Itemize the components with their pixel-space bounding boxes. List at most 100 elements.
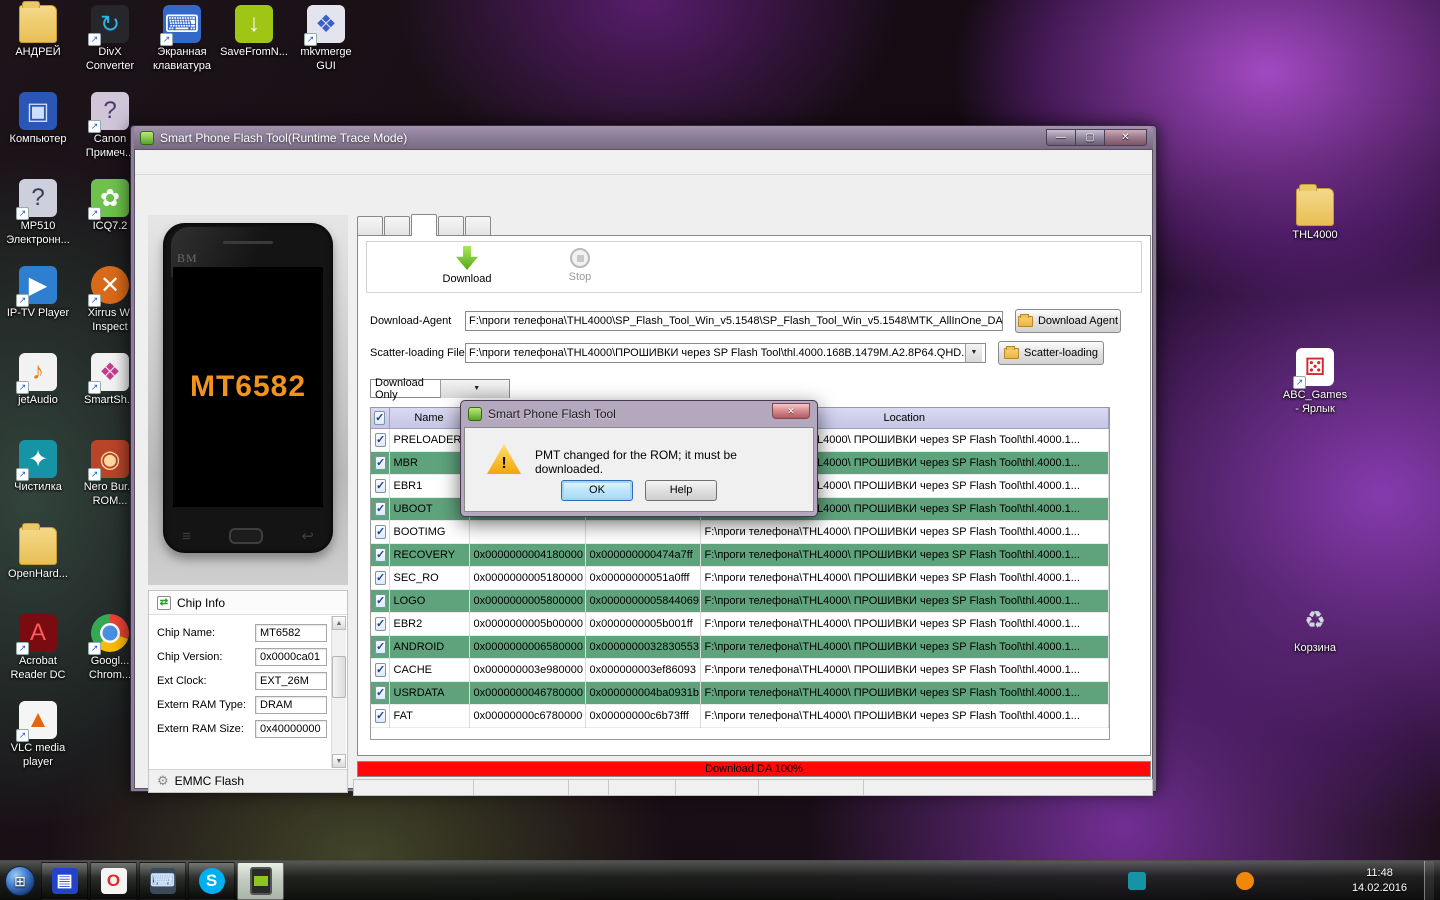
maximize-button[interactable]: ▢ [1075, 129, 1104, 146]
avira-launcher[interactable] [1236, 872, 1254, 890]
desktop-icon[interactable]: ▣ ↗ Компьютер [2, 89, 74, 176]
dialog-titlebar[interactable]: Smart Phone Flash Tool ✕ [464, 401, 814, 427]
chip-info-scrollbar[interactable]: ▲ ▼ [331, 616, 346, 768]
desktop-icon[interactable]: ▶ ↗ IP-TV Player [2, 263, 74, 350]
desktop-icon[interactable]: ↗ OpenHard... [2, 524, 74, 611]
download-button[interactable]: Download [422, 246, 512, 285]
audio-device[interactable] [1263, 872, 1281, 890]
row-checkbox-cell[interactable]: ✓ [371, 589, 389, 612]
menu-item[interactable] [145, 159, 165, 165]
desktop-icon[interactable]: ❖ ↗ mkvmerge GUI [290, 2, 362, 89]
tab[interactable] [411, 214, 437, 236]
close-button[interactable]: ✕ [1104, 129, 1147, 146]
scatter-file-row: Scatter-loading File F:\проги телефона\T… [370, 341, 1104, 365]
checkbox-checked-icon: ✓ [375, 571, 386, 585]
row-checkbox-cell[interactable]: ✓ [371, 704, 389, 727]
desktop-icon[interactable]: ↓ ↗ SaveFromN... [218, 2, 290, 89]
menu-item[interactable] [189, 159, 209, 165]
row-checkbox-cell[interactable]: ✓ [371, 635, 389, 658]
floppy-disk[interactable]: ▤ [41, 862, 88, 900]
table-row[interactable]: ✓ FAT 0x00000000c6780000 0x00000000c6b73… [371, 704, 1109, 727]
desktop-icon[interactable]: ? ↗ MP510 Электронн... [2, 176, 74, 263]
network-plug[interactable] [1182, 872, 1200, 890]
row-checkbox-cell[interactable]: ✓ [371, 520, 389, 543]
shortcut-arrow-icon: ↗ [16, 642, 29, 655]
desktop-icon[interactable]: ↗ АНДРЕЙ [2, 2, 74, 89]
download-mode-select[interactable]: Download Only ▼ [370, 379, 510, 398]
tab[interactable] [357, 216, 383, 236]
chevron-down-icon[interactable]: ▼ [965, 344, 982, 362]
row-checkbox-cell[interactable]: ✓ [371, 543, 389, 566]
begin-address: 0x00000000c6780000 [469, 704, 585, 727]
scroll-up-icon[interactable]: ▲ [332, 616, 346, 630]
table-row[interactable]: ✓ USRDATA 0x0000000046780000 0x000000004… [371, 681, 1109, 704]
ok-button[interactable]: OK [561, 480, 633, 501]
row-checkbox-cell[interactable]: ✓ [371, 428, 389, 451]
row-checkbox-cell[interactable]: ✓ [371, 474, 389, 497]
on-screen-keyboard[interactable]: ⌨ [139, 862, 186, 900]
row-checkbox-cell[interactable]: ✓ [371, 451, 389, 474]
table-row[interactable]: ✓ RECOVERY 0x0000000004180000 0x00000000… [371, 543, 1109, 566]
device-disconnected[interactable] [1290, 872, 1308, 890]
checkbox-checked-icon: ✓ [375, 502, 386, 516]
minimize-button[interactable]: — [1046, 129, 1075, 146]
table-row[interactable]: ✓ LOGO 0x0000000005800000 0x000000000584… [371, 589, 1109, 612]
phone-back-key-icon: ↩ [301, 527, 314, 545]
emmc-flash-bar[interactable]: ⚙ EMMC Flash [149, 769, 347, 792]
row-checkbox-cell[interactable]: ✓ [371, 681, 389, 704]
globe-update[interactable] [1155, 872, 1173, 890]
scatter-file-combobox[interactable]: F:\проги телефона\THL4000\ПРОШИВКИ через… [465, 343, 986, 363]
taskbar-clock[interactable]: 11:48 14.02.2016 [1344, 866, 1415, 896]
table-row[interactable]: ✓ ANDROID 0x0000000006580000 0x000000003… [371, 635, 1109, 658]
dialog-close-button[interactable]: ✕ [772, 403, 810, 419]
chevron-down-icon[interactable]: ▼ [440, 380, 510, 398]
scatter-loading-button[interactable]: Scatter-loading [998, 341, 1104, 365]
desktop-icon-label: Xirrus Wi Inspect [88, 307, 133, 335]
menu-item[interactable] [211, 159, 231, 165]
opera-browser[interactable]: O [90, 862, 137, 900]
partition-location: F:\проги телефона\THL4000\ ПРОШИВКИ чере… [700, 612, 1109, 635]
skype[interactable]: S [188, 862, 235, 900]
column-header-name[interactable]: Name [389, 408, 469, 428]
row-checkbox-cell[interactable]: ✓ [371, 612, 389, 635]
chip-info-field: Extern RAM Type: DRAM [157, 696, 331, 714]
desktop-icon[interactable]: ♪ ↗ jetAudio [2, 350, 74, 437]
window-titlebar[interactable]: Smart Phone Flash Tool(Runtime Trace Mod… [134, 126, 1153, 149]
row-checkbox-cell[interactable]: ✓ [371, 658, 389, 681]
partition-name: FAT [389, 704, 469, 727]
menu-item[interactable] [167, 159, 187, 165]
desktop-icon[interactable]: A ↗ Acrobat Reader DC [2, 611, 74, 698]
row-checkbox-cell[interactable]: ✓ [371, 497, 389, 520]
desktop-icon[interactable]: ⚄ ↗ ABC_Games - Ярлык [1280, 345, 1350, 417]
show-desktop-button[interactable] [1424, 861, 1434, 900]
desktop-icon[interactable]: ✦ ↗ Чистилка [2, 437, 74, 524]
desktop-icon[interactable]: ⌨ ↗ Экранная клавиатура [146, 2, 218, 89]
sp-flash-tool[interactable] [237, 862, 284, 900]
desktop-icon[interactable]: ↗ THL4000 [1280, 185, 1350, 243]
tab[interactable] [438, 216, 464, 236]
select-all-header[interactable]: ✓ [371, 408, 389, 428]
green-check[interactable] [1209, 872, 1227, 890]
download-agent-button[interactable]: Download Agent [1015, 309, 1121, 333]
desktop-icon[interactable]: ↻ ↗ DivX Converter [74, 2, 146, 89]
help-button[interactable]: Help [645, 480, 717, 501]
scroll-down-icon[interactable]: ▼ [332, 754, 346, 768]
desktop-icon[interactable]: ♻ ↗ Корзина [1280, 598, 1350, 656]
start-button[interactable]: ⊞ [0, 861, 40, 900]
taskbar-app-icon: ⌨ [150, 868, 176, 894]
table-row[interactable]: ✓ BOOTIMG F:\проги телефона\THL4000\ ПРО… [371, 520, 1109, 543]
table-row[interactable]: ✓ EBR2 0x0000000005b00000 0x0000000005b0… [371, 612, 1109, 635]
shortcut-arrow-icon: ↗ [16, 207, 29, 220]
cleaner-brush[interactable] [1128, 872, 1146, 890]
row-checkbox-cell[interactable]: ✓ [371, 566, 389, 589]
table-row[interactable]: ✓ CACHE 0x000000003e980000 0x000000003ef… [371, 658, 1109, 681]
download-agent-input[interactable]: F:\проги телефона\THL4000\SP_Flash_Tool_… [465, 311, 1003, 331]
tab[interactable] [384, 216, 410, 236]
stop-button[interactable]: Stop [535, 246, 625, 283]
table-row[interactable]: ✓ SEC_RO 0x0000000005180000 0x0000000005… [371, 566, 1109, 589]
volume[interactable] [1317, 872, 1335, 890]
scrollbar-thumb[interactable] [332, 656, 346, 698]
tab[interactable] [465, 216, 491, 236]
chip-field-value: 0x0000ca01 [255, 648, 327, 666]
desktop-icon[interactable]: ▲ ↗ VLC media player [2, 698, 74, 785]
